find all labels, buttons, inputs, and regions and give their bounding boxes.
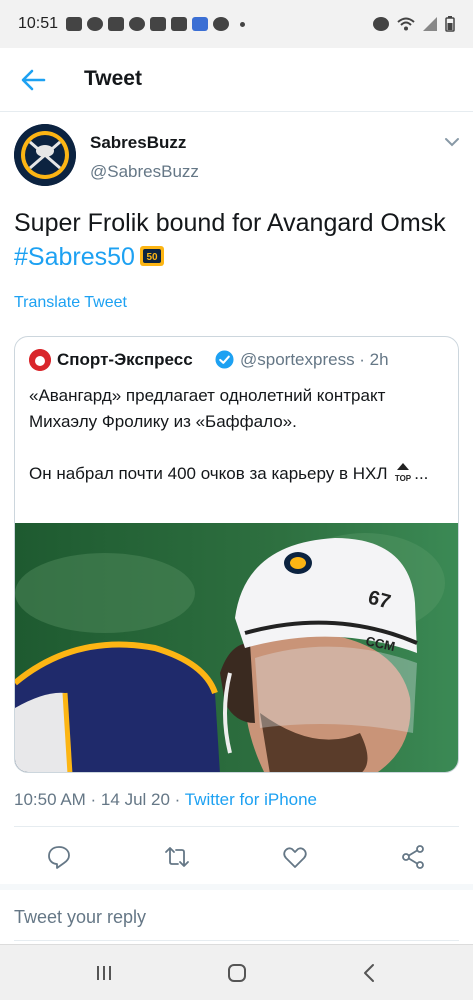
tweet-actions	[0, 836, 473, 882]
nav-back-icon[interactable]	[358, 961, 382, 985]
more-notifications-icon	[240, 21, 246, 27]
retweet-icon[interactable]	[164, 844, 190, 870]
quoted-author-name[interactable]: Спорт-Экспресс	[57, 350, 193, 370]
back-arrow-icon[interactable]	[20, 68, 46, 92]
svg-text:TOP: TOP	[395, 474, 412, 482]
app-notification-icon	[108, 17, 125, 31]
avatar[interactable]	[14, 124, 76, 186]
app-notification-icon	[150, 17, 167, 31]
chevron-down-icon[interactable]	[444, 136, 460, 148]
like-icon[interactable]	[282, 844, 308, 870]
quoted-meta: @sportexpress · 2h	[240, 350, 389, 369]
tweet-text: Super Frolik bound for Avangard Omsk #Sa…	[14, 206, 454, 274]
app-notification-icon	[87, 17, 104, 31]
hockey-player-photo[interactable]: 67 CCM	[15, 523, 459, 773]
tweet-timestamp: 10:50 AM · 14 Jul 20 · Twitter for iPhon…	[14, 790, 317, 810]
source-link[interactable]: Twitter for iPhone	[185, 790, 317, 809]
verified-badge-icon	[215, 350, 234, 369]
hashtag-link[interactable]: #Sabres50	[14, 243, 135, 271]
battery-icon	[445, 16, 455, 32]
sabres50-emoji-icon: 50	[139, 246, 164, 266]
wifi-icon	[397, 17, 415, 31]
translate-tweet-link[interactable]: Translate Tweet	[14, 294, 127, 312]
app-notification-icon	[129, 17, 146, 31]
page-title: Tweet	[84, 67, 142, 90]
recent-apps-icon[interactable]	[92, 961, 116, 985]
quoted-text: «Авангард» предлагает однолетний контрак…	[29, 383, 449, 487]
author-handle[interactable]: @SabresBuzz	[90, 162, 199, 182]
quoted-ellipsis: ...	[414, 464, 429, 483]
system-navigation-bar	[0, 944, 473, 1000]
share-icon[interactable]	[400, 844, 426, 870]
divider	[14, 826, 459, 827]
top-arrow-emoji-icon: TOP	[395, 463, 412, 482]
app-header: Tweet	[0, 48, 473, 112]
sabres-logo-icon	[14, 124, 76, 186]
alarm-icon	[373, 17, 389, 31]
tweet-body: Super Frolik bound for Avangard Omsk	[14, 209, 446, 237]
status-bar: 10:51	[0, 0, 473, 48]
svg-text:50: 50	[146, 252, 158, 263]
reply-icon[interactable]	[46, 844, 72, 870]
status-time: 10:51	[18, 15, 59, 32]
quoted-avatar[interactable]	[29, 349, 51, 371]
youtube-icon	[171, 17, 188, 31]
quoted-body: «Авангард» предлагает однолетний контрак…	[29, 386, 388, 483]
notification-icons	[66, 17, 246, 31]
author-name[interactable]: SabresBuzz	[90, 133, 186, 153]
app-notification-icon	[213, 17, 230, 31]
timestamp-text: 10:50 AM · 14 Jul 20 ·	[14, 790, 185, 809]
app-notification-icon	[192, 17, 209, 31]
signal-icon	[423, 17, 437, 31]
system-icons	[373, 16, 455, 32]
home-icon[interactable]	[225, 961, 249, 985]
divider	[0, 884, 473, 890]
divider	[14, 940, 459, 941]
reply-input[interactable]	[0, 894, 473, 940]
app-notification-icon	[66, 17, 83, 31]
quoted-tweet[interactable]: Спорт-Экспресс @sportexpress · 2h «Аванг…	[14, 336, 459, 773]
